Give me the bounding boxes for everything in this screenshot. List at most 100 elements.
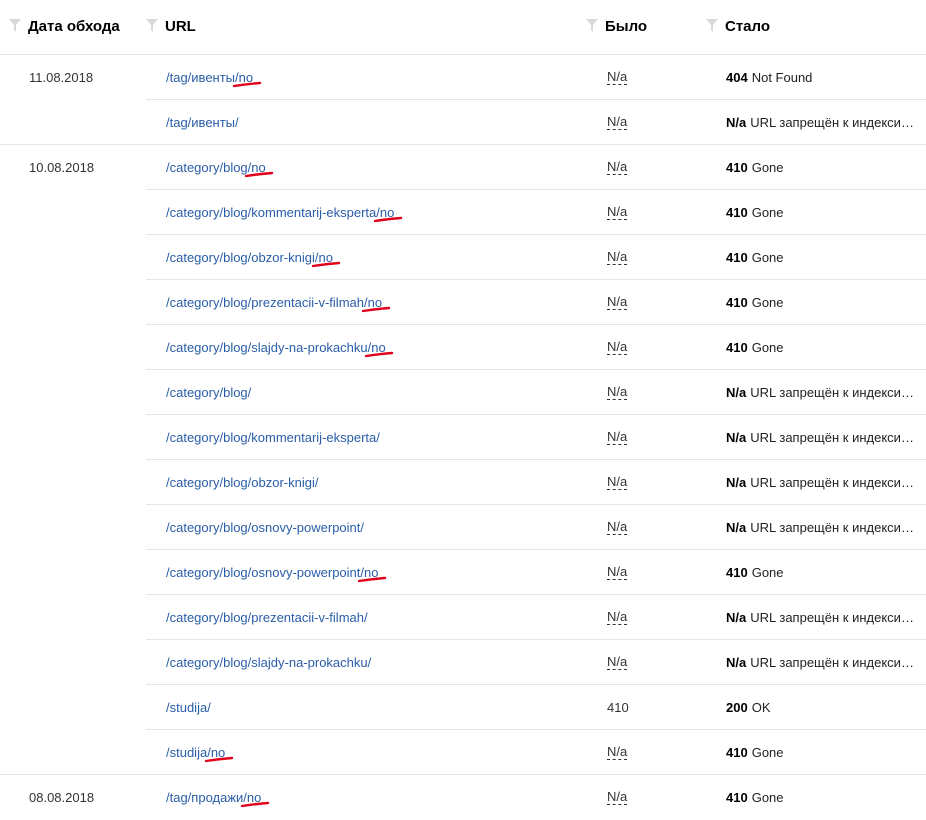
status-code: N/a xyxy=(726,610,747,625)
was-value[interactable]: N/a xyxy=(607,790,628,805)
was-value[interactable]: N/a xyxy=(607,520,628,535)
was-value[interactable]: N/a xyxy=(607,340,628,355)
status-code: N/a xyxy=(726,475,747,490)
was-value[interactable]: N/a xyxy=(607,250,628,265)
column-header-was-label: Было xyxy=(605,17,648,35)
was-value[interactable]: N/a xyxy=(607,70,628,85)
status-text: Gone xyxy=(751,745,784,760)
table-row: /category/blog/obzor-knigi/no N/a 410 Gone xyxy=(0,235,926,280)
status-code: 200 xyxy=(726,700,748,715)
table-row: /category/blog/kommentarij-eksperta/no N/… xyxy=(0,190,926,235)
status-text: URL запрещён к индексированию xyxy=(750,610,916,625)
url-link[interactable]: /studija/ xyxy=(166,700,211,715)
status-code: 410 xyxy=(726,160,748,175)
url-link[interactable]: /category/blog/no xyxy=(166,160,274,178)
url-tail: no xyxy=(361,295,390,313)
red-underline-mark xyxy=(232,81,261,88)
was-value[interactable]: N/a xyxy=(607,610,628,625)
column-header-url[interactable]: URL xyxy=(146,17,196,35)
table-row: /studija/410 200 OK xyxy=(0,685,926,730)
status-text: URL запрещён к индексированию xyxy=(750,520,916,535)
status-code: N/a xyxy=(726,655,747,670)
filter-icon[interactable] xyxy=(706,19,718,33)
was-value[interactable]: N/a xyxy=(607,115,628,130)
table-row: /category/blog/prezentacii-v-filmah/no N/… xyxy=(0,280,926,325)
was-value: 410 xyxy=(607,700,629,715)
red-underline-mark xyxy=(373,216,403,223)
column-header-now-label: Стало xyxy=(725,17,771,35)
now-status: N/aURL запрещён к индексированию xyxy=(726,385,916,400)
status-text: URL запрещён к индексированию xyxy=(750,430,916,445)
url-link[interactable]: /category/blog/osnovy-powerpoint/no xyxy=(166,565,387,583)
crawl-date: 11.08.2018 xyxy=(29,70,94,85)
column-header-was[interactable]: Было xyxy=(586,17,647,35)
url-link[interactable]: /category/blog/ xyxy=(166,385,251,400)
url-path: /tag/ивенты/ xyxy=(166,115,239,130)
url-link[interactable]: /category/blog/slajdy-na-prokachku/no xyxy=(166,340,394,358)
url-path: /category/blog/obzor-knigi/ xyxy=(166,475,319,490)
was-value[interactable]: N/a xyxy=(607,565,628,580)
url-path: /category/blog/slajdy-na-prokachku/ xyxy=(166,340,372,355)
url-link[interactable]: /category/blog/prezentacii-v-filmah/no xyxy=(166,295,390,313)
now-status: 410 Gone xyxy=(726,565,916,580)
url-tail: no xyxy=(373,205,403,223)
url-path: /category/blog/ xyxy=(166,160,252,175)
column-header-now[interactable]: Стало xyxy=(706,17,770,35)
status-code: N/a xyxy=(726,430,747,445)
status-text: OK xyxy=(751,700,771,715)
table-row: /studija/no N/a 410 Gone xyxy=(0,730,926,775)
now-status: 404 Not Found xyxy=(726,70,916,85)
url-tail: no xyxy=(245,160,274,178)
url-link[interactable]: /category/blog/osnovy-powerpoint/ xyxy=(166,520,364,535)
was-value[interactable]: N/a xyxy=(607,655,628,670)
url-path: /category/blog/ xyxy=(166,385,252,400)
status-code: 410 xyxy=(726,745,748,760)
url-link[interactable]: /category/blog/kommentarij-eksperta/no xyxy=(166,205,403,223)
was-value[interactable]: N/a xyxy=(607,745,628,760)
url-link[interactable]: /category/blog/obzor-knigi/no xyxy=(166,250,341,268)
url-path: /category/blog/obzor-knigi/ xyxy=(166,250,319,265)
status-text: URL запрещён к индексированию xyxy=(750,655,916,670)
now-status: 410 Gone xyxy=(726,250,916,265)
url-path: /category/blog/osnovy-powerpoint/ xyxy=(166,520,365,535)
url-tail: no xyxy=(204,745,234,763)
filter-icon[interactable] xyxy=(146,19,158,33)
url-path: /studija/ xyxy=(166,700,211,715)
was-value[interactable]: N/a xyxy=(607,160,628,175)
status-code: 410 xyxy=(726,790,748,805)
filter-icon[interactable] xyxy=(586,19,598,33)
filter-icon[interactable] xyxy=(9,19,21,33)
red-underline-mark xyxy=(361,306,390,313)
table-row: /category/blog/kommentarij-eksperta/N/a N… xyxy=(0,415,926,460)
was-value[interactable]: N/a xyxy=(607,295,628,310)
url-link[interactable]: /category/blog/kommentarij-eksperta/ xyxy=(166,430,380,445)
now-status: N/aURL запрещён к индексированию xyxy=(726,430,916,445)
table-row: /category/blog/slajdy-na-prokachku/N/a N/… xyxy=(0,640,926,685)
url-link[interactable]: /category/blog/prezentacii-v-filmah/ xyxy=(166,610,368,625)
was-value[interactable]: N/a xyxy=(607,475,628,490)
table-row: /category/blog/N/a N/a URL запрещён к инде… xyxy=(0,370,926,415)
url-link[interactable]: /category/blog/obzor-knigi/ xyxy=(166,475,318,490)
url-link[interactable]: /tag/ивенты/ xyxy=(166,115,239,130)
was-value[interactable]: N/a xyxy=(607,430,628,445)
now-status: 410 Gone xyxy=(726,790,916,805)
url-link[interactable]: /category/blog/slajdy-na-prokachku/ xyxy=(166,655,371,670)
now-status: N/aURL запрещён к индексированию xyxy=(726,115,916,130)
column-header-date-label: Дата обхода xyxy=(28,17,120,35)
status-text: Gone xyxy=(751,565,784,580)
url-link[interactable]: /studija/no xyxy=(166,745,234,763)
status-text: Gone xyxy=(751,250,784,265)
was-value[interactable]: N/a xyxy=(607,385,628,400)
now-status: 200 OK xyxy=(726,700,916,715)
url-path: /category/blog/prezentacii-v-filmah/ xyxy=(166,295,368,310)
status-text: Gone xyxy=(751,295,784,310)
status-code: 410 xyxy=(726,250,748,265)
status-text: Not Found xyxy=(751,70,813,85)
red-underline-mark xyxy=(365,351,394,358)
was-value[interactable]: N/a xyxy=(607,205,628,220)
table-row: /category/blog/obzor-knigi/N/a N/a URL зап… xyxy=(0,460,926,505)
column-header-date[interactable]: Дата обхода xyxy=(9,17,120,35)
url-link[interactable]: /tag/продажи/no xyxy=(166,790,270,808)
url-link[interactable]: /tag/ивенты/no xyxy=(166,70,261,88)
now-status: 410 Gone xyxy=(726,745,916,760)
